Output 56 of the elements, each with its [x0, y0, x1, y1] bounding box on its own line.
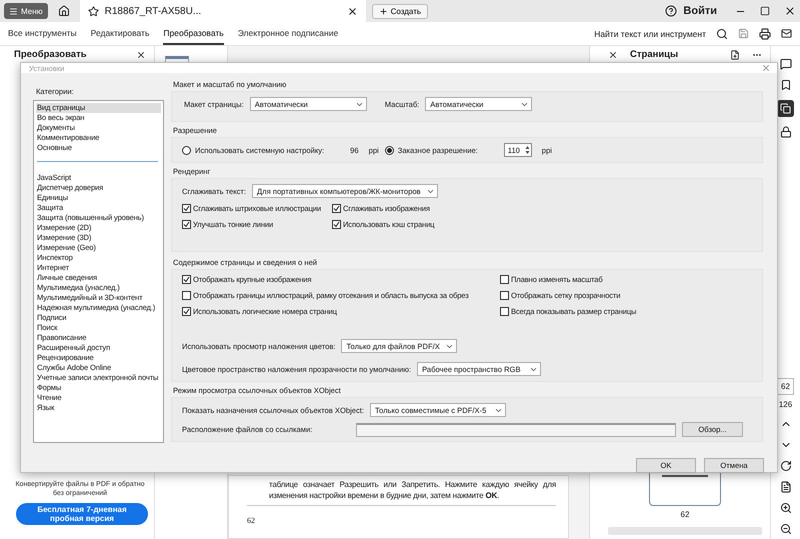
star-icon[interactable]: [88, 6, 99, 16]
tab-title: R18867_RT-AX58U...: [104, 6, 202, 16]
close-icon[interactable]: [608, 50, 618, 60]
search-label[interactable]: Найти текст или инструмент: [594, 28, 706, 38]
checkbox[interactable]: [182, 220, 191, 229]
page-number: 62: [247, 516, 255, 525]
checkbox[interactable]: [332, 204, 341, 213]
mail-icon[interactable]: [781, 28, 792, 39]
zoom-out-icon[interactable]: [780, 523, 792, 535]
checkbox[interactable]: [182, 204, 191, 213]
radio-button[interactable]: [384, 146, 394, 154]
plus-icon: [378, 6, 388, 16]
spinner-arrows-icon[interactable]: [524, 145, 530, 155]
search-icon[interactable]: [716, 28, 728, 40]
sign-in-link[interactable]: Войти: [683, 5, 717, 17]
bookmark-icon[interactable]: [780, 79, 792, 91]
document-tab[interactable]: R18867_RT-AX58U...: [80, 0, 366, 22]
scrollbar[interactable]: [608, 527, 762, 535]
menu-icon: [9, 6, 18, 16]
zoom-in-icon[interactable]: [780, 502, 792, 514]
checkbox[interactable]: [182, 275, 191, 284]
toolbar-tab[interactable]: Редактировать: [90, 22, 150, 45]
path-field[interactable]: [356, 422, 676, 436]
page-count: 126: [778, 400, 792, 409]
lock-icon[interactable]: [780, 126, 792, 138]
document-text: таблице означает Разрешить или Запретить. Нажмите каждую ячейку для изменения настройки времени в будние дни, затем нажмите OK.: [269, 479, 556, 501]
print-icon[interactable]: [759, 28, 771, 40]
close-icon[interactable]: [784, 5, 796, 17]
page-number-field[interactable]: 62: [777, 378, 794, 395]
pages-icon[interactable]: [777, 100, 794, 117]
maximize-icon[interactable]: [760, 6, 770, 16]
help-icon[interactable]: [665, 5, 678, 17]
menu-button[interactable]: Меню: [4, 3, 48, 19]
checkbox[interactable]: [332, 220, 341, 229]
panel-title: Преобразовать: [14, 49, 87, 60]
rotate-icon[interactable]: [780, 460, 792, 472]
thumbnail-label: 62: [680, 510, 690, 519]
toolbar-tab[interactable]: Все инструменты: [8, 22, 77, 45]
checkbox[interactable]: [182, 291, 191, 300]
checkbox[interactable]: [500, 307, 509, 316]
save-icon[interactable]: [738, 28, 749, 39]
close-icon[interactable]: [136, 50, 146, 60]
checkbox[interactable]: [500, 275, 509, 284]
document-icon[interactable]: [780, 481, 792, 493]
home-icon[interactable]: [58, 5, 70, 17]
panel-title: Страницы: [630, 49, 678, 60]
add-page-icon[interactable]: [730, 50, 740, 60]
toolbar-tab[interactable]: Электронное подписание: [238, 22, 338, 45]
trial-button[interactable]: Бесплатная 7-дневная пробная версия: [16, 503, 148, 525]
toolbar-tab[interactable]: Преобразовать: [163, 22, 224, 45]
checkbox[interactable]: [500, 291, 509, 300]
close-icon[interactable]: [346, 6, 358, 16]
checkbox[interactable]: [182, 307, 191, 316]
comment-icon[interactable]: [780, 58, 792, 70]
radio-button[interactable]: [182, 146, 191, 154]
create-button[interactable]: Создать: [372, 4, 428, 18]
